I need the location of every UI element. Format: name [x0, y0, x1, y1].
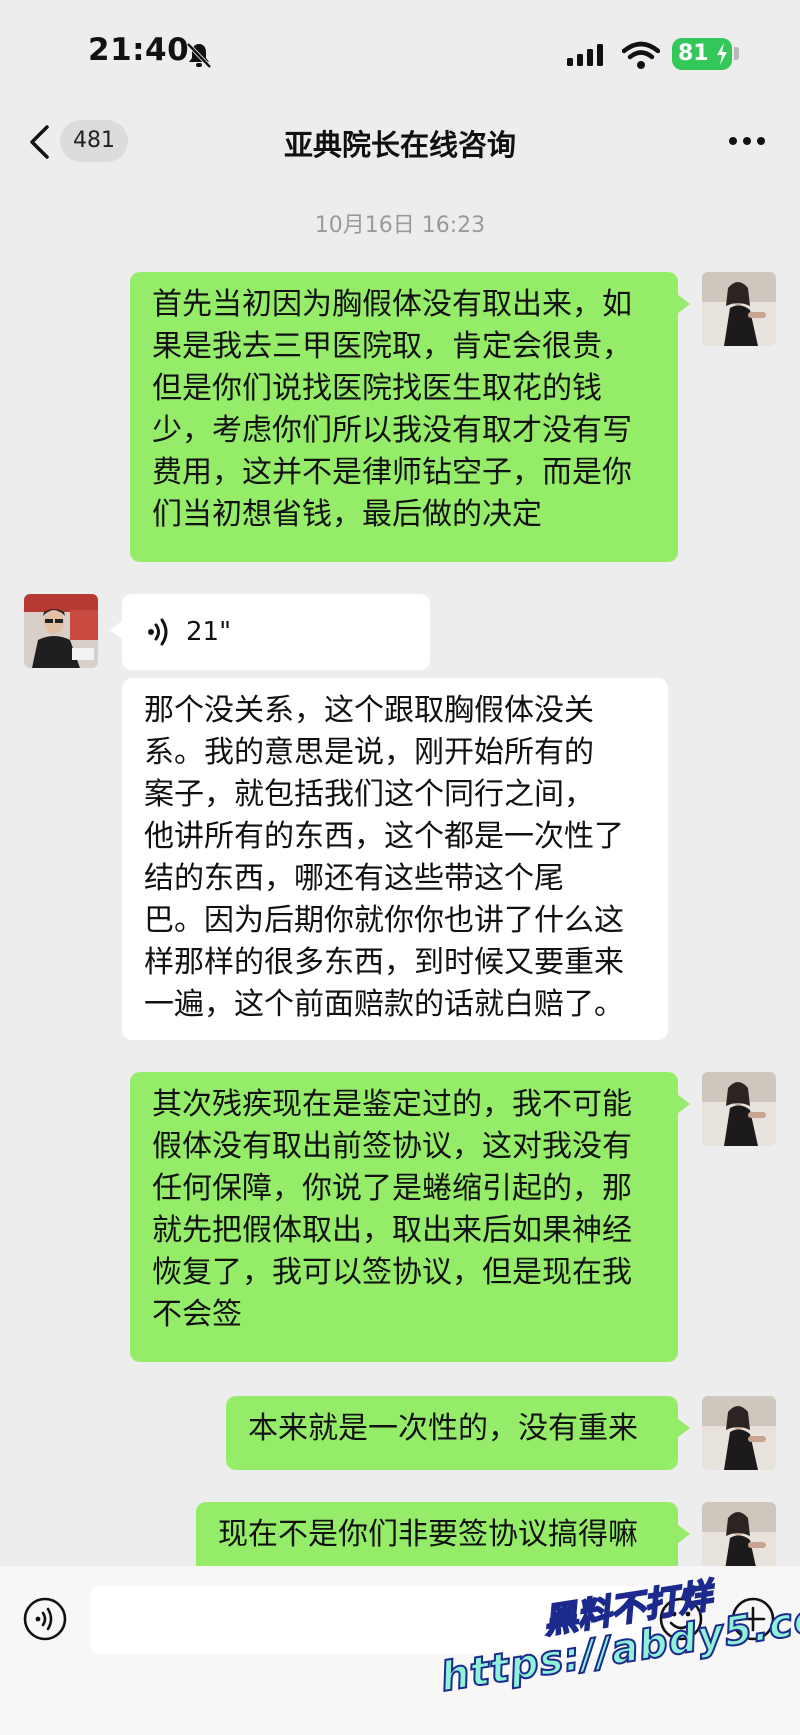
emoji-icon[interactable] — [658, 1596, 704, 1642]
battery-cap — [734, 47, 739, 60]
message-bubble-sent[interactable]: 其次残疾现在是鉴定过的，我不可能 假体没有取出前签协议，这对我没有 任何保障，你… — [130, 1072, 690, 1362]
wifi-icon — [622, 41, 660, 69]
voice-message-bubble[interactable]: 21" — [110, 594, 430, 670]
status-time: 21:40 — [88, 32, 190, 68]
nav-bar: 481 亚典院长在线咨询 — [0, 110, 800, 172]
battery-level: 81 — [678, 41, 709, 66]
voice-wave-icon — [148, 618, 168, 646]
input-bar — [0, 1566, 800, 1735]
message-input[interactable] — [90, 1586, 645, 1654]
my-avatar[interactable] — [702, 1396, 776, 1470]
plus-icon[interactable] — [730, 1596, 776, 1642]
signal-icon — [567, 44, 603, 66]
bell-mute-icon — [186, 42, 212, 69]
message-bubble-received[interactable]: 那个没关系，这个跟取胸假体没关 系。我的意思是说，刚开始所有的 案子，就包括我们… — [122, 678, 668, 1040]
status-bar: 21:40 81 — [0, 0, 800, 110]
voice-input-toggle-icon[interactable] — [22, 1596, 68, 1642]
more-icon[interactable] — [728, 136, 766, 146]
chat-screen: 21:40 81 481 亚典院长在线咨询 10月16日 16:23 首先当初因… — [0, 0, 800, 1735]
voice-duration: 21" — [186, 617, 232, 647]
chat-title: 亚典院长在线咨询 — [283, 128, 516, 162]
message-timestamp: 10月16日 16:23 — [314, 213, 486, 238]
my-avatar[interactable] — [702, 1072, 776, 1146]
message-bubble-sent[interactable]: 首先当初因为胸假体没有取出来，如 果是我去三甲医院取，肯定会很贵， 但是你们说找… — [130, 272, 690, 562]
battery-indicator: 81 — [672, 38, 732, 70]
message-bubble-sent[interactable]: 本来就是一次性的，没有重来 — [226, 1396, 690, 1470]
my-avatar[interactable] — [702, 1502, 776, 1576]
my-avatar[interactable] — [702, 272, 776, 346]
contact-avatar[interactable] — [24, 594, 98, 668]
message-bubble-sent[interactable]: 现在不是你们非要签协议搞得嘛 — [196, 1502, 690, 1576]
charging-bolt-icon — [717, 43, 727, 65]
